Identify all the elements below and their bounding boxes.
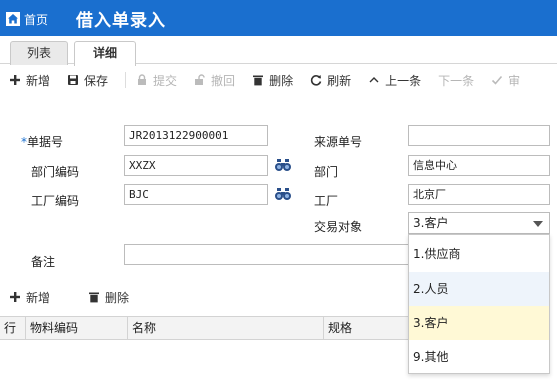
remark-label: 备注 xyxy=(31,255,56,269)
trash-icon xyxy=(253,75,264,86)
main-toolbar: 新增 保存 提交 撤回 删除 刷新 上一条 下一条 审 xyxy=(0,65,557,95)
refresh-icon xyxy=(310,75,322,86)
checkmark-icon xyxy=(492,75,503,85)
refresh-button[interactable]: 刷新 xyxy=(310,72,351,89)
counterparty-select[interactable]: 3.客户 xyxy=(408,212,550,234)
factory-code-label: 工厂编码 xyxy=(31,194,80,208)
doc-no-label-text: 单据号 xyxy=(27,135,64,149)
revoke-button-label: 撤回 xyxy=(211,73,236,88)
detail-toolbar: 新增 删除 xyxy=(9,287,149,307)
column-header-spec[interactable]: 规格 xyxy=(324,317,408,339)
dept-field[interactable]: 信息中心 xyxy=(408,155,550,176)
dept-code-lookup-binoculars-icon[interactable] xyxy=(273,155,293,175)
counterparty-dropdown-list: 1.供应商 2.人员 3.客户 9.其他 xyxy=(408,234,550,374)
audit-button[interactable]: 审 xyxy=(491,72,520,89)
app-header: 首页 借入单录入 xyxy=(0,0,557,36)
tab-list[interactable]: 列表 xyxy=(10,41,68,65)
detail-delete-button[interactable]: 删除 xyxy=(88,289,129,306)
option-other[interactable]: 9.其他 xyxy=(409,340,549,374)
option-customer[interactable]: 3.客户 xyxy=(409,306,549,340)
revoke-button[interactable]: 撤回 xyxy=(194,72,235,89)
add-button-label: 新增 xyxy=(26,73,51,88)
next-button[interactable]: 下一条 xyxy=(438,72,474,89)
add-button[interactable]: 新增 xyxy=(9,72,50,89)
tab-strip: 列表 详细 xyxy=(0,36,557,66)
dept-code-field[interactable]: XXZX xyxy=(124,155,268,176)
floppy-disk-icon xyxy=(68,75,79,85)
dept-label: 部门 xyxy=(314,165,339,179)
source-no-field[interactable] xyxy=(408,125,550,146)
home-link[interactable]: 首页 xyxy=(6,10,48,28)
refresh-button-label: 刷新 xyxy=(327,73,352,88)
trash-icon xyxy=(89,292,100,303)
delete-button[interactable]: 删除 xyxy=(252,72,293,89)
option-supplier[interactable]: 1.供应商 xyxy=(409,237,549,271)
delete-button-label: 删除 xyxy=(269,73,294,88)
detail-delete-label: 删除 xyxy=(105,290,130,305)
submit-button-label: 提交 xyxy=(153,73,178,88)
chevron-down-icon xyxy=(533,221,543,227)
column-header-row[interactable]: 行 xyxy=(0,317,26,339)
column-header-name[interactable]: 名称 xyxy=(128,317,324,339)
next-button-label: 下一条 xyxy=(438,73,475,88)
plus-icon xyxy=(10,292,20,302)
doc-no-label: *单据号 xyxy=(21,133,63,150)
detail-add-button[interactable]: 新增 xyxy=(9,289,50,306)
save-button-label: 保存 xyxy=(84,73,109,88)
tab-detail[interactable]: 详细 xyxy=(74,41,136,66)
counterparty-label: 交易对象 xyxy=(314,220,363,234)
source-no-label: 来源单号 xyxy=(314,135,363,149)
home-icon xyxy=(6,12,20,26)
factory-code-field[interactable]: BJC xyxy=(124,184,268,205)
previous-button-label: 上一条 xyxy=(385,73,422,88)
dept-code-label: 部门编码 xyxy=(31,165,80,179)
unlock-icon xyxy=(195,74,205,85)
column-header-material-code[interactable]: 物料编码 xyxy=(26,317,128,339)
save-button[interactable]: 保存 xyxy=(67,72,108,89)
home-label: 首页 xyxy=(24,12,49,27)
factory-field[interactable]: 北京厂 xyxy=(408,184,550,205)
option-personnel[interactable]: 2.人员 xyxy=(409,272,549,306)
submit-button[interactable]: 提交 xyxy=(136,72,177,89)
detail-add-label: 新增 xyxy=(26,290,51,305)
factory-code-lookup-binoculars-icon[interactable] xyxy=(273,184,293,204)
detail-grid-header: 行 物料编码 名称 规格 xyxy=(0,316,408,340)
toolbar-divider xyxy=(125,72,127,88)
chevron-up-icon xyxy=(369,77,379,83)
previous-button[interactable]: 上一条 xyxy=(368,72,421,89)
doc-no-field[interactable]: JR2013122900001 xyxy=(124,125,268,146)
plus-icon xyxy=(10,75,20,85)
page-title: 借入单录入 xyxy=(76,11,166,31)
factory-label: 工厂 xyxy=(314,194,339,208)
lock-icon xyxy=(138,74,147,85)
remark-field[interactable] xyxy=(124,244,414,265)
audit-button-label: 审 xyxy=(508,73,521,88)
counterparty-selected-value: 3.客户 xyxy=(413,216,449,230)
